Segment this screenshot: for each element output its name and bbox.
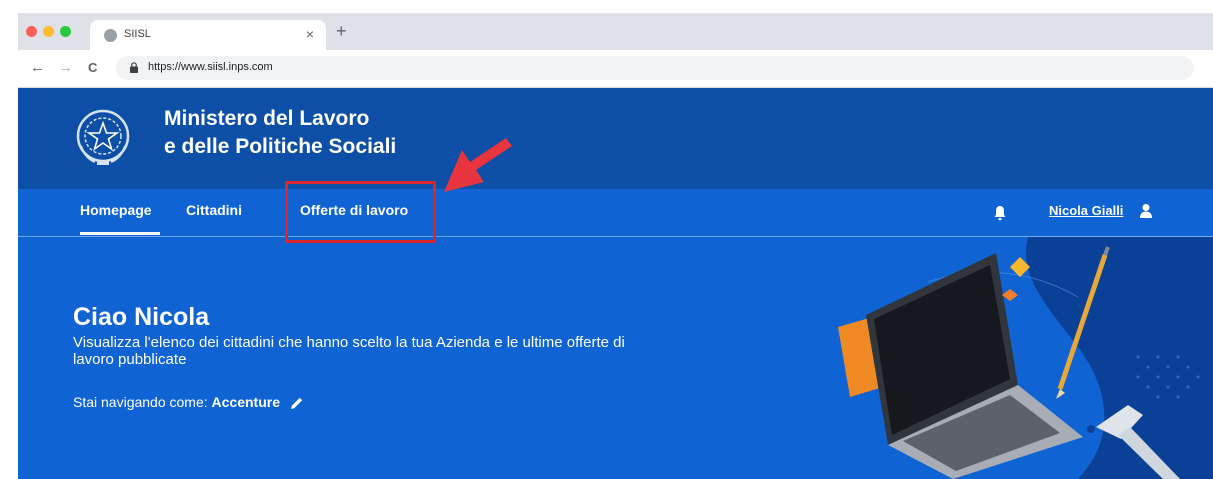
user-icon[interactable] [1139,203,1153,219]
greeting-title: Ciao Nicola [73,303,210,331]
window-controls [26,26,71,37]
maximize-window-button[interactable] [60,26,71,37]
new-tab-button[interactable]: + [336,21,347,41]
emblem-logo [76,109,130,165]
navigating-as: Stai navigando come: Accenture [73,394,304,410]
favicon-icon [104,29,117,42]
ministry-title: Ministero del Lavoro e delle Politiche S… [164,105,396,161]
browser-tab[interactable]: SIISL × [90,20,326,50]
ministry-title-line1: Ministero del Lavoro [164,107,370,130]
bell-icon[interactable] [993,205,1007,221]
arrow-annotation [444,138,512,192]
reload-button[interactable]: C [88,59,97,77]
tab-bar: SIISL × + [18,13,1213,50]
close-window-button[interactable] [26,26,37,37]
hero-description: Visualizza l'elenco dei cittadini che ha… [73,334,625,368]
nav-item-homepage[interactable]: Homepage [80,202,152,218]
active-tab-indicator [80,232,160,235]
browser-toolbar: ← → C https://www.siisl.inps.com [18,50,1213,88]
lock-icon [130,62,138,73]
tab-close-button[interactable]: × [306,26,314,42]
forward-button[interactable]: → [58,59,73,77]
pencil-icon[interactable] [290,396,304,410]
laptop-illustration [838,237,1213,479]
webpage: Ministero del Lavoro e delle Politiche S… [18,88,1213,479]
url-text: https://www.siisl.inps.com [148,61,273,73]
tab-title: SIISL [124,28,151,40]
address-bar[interactable]: https://www.siisl.inps.com [116,56,1194,80]
minimize-window-button[interactable] [43,26,54,37]
back-button[interactable]: ← [30,59,45,77]
user-name-link[interactable]: Nicola Gialli [1049,203,1123,218]
nav-item-cittadini[interactable]: Cittadini [186,202,242,218]
site-header: Ministero del Lavoro e delle Politiche S… [18,88,1213,189]
hero-banner: Ciao Nicola Visualizza l'elenco dei citt… [18,237,1213,479]
browser-window: SIISL × + ← → C https://www.siisl.inps.c… [18,13,1213,479]
main-nav: Homepage Cittadini Offerte di lavoro Nic… [18,189,1213,237]
company-name: Accenture [211,394,280,410]
highlight-annotation-box [285,181,436,243]
ministry-title-line2: e delle Politiche Sociali [164,135,397,158]
navigating-as-label: Stai navigando come: [73,394,208,410]
